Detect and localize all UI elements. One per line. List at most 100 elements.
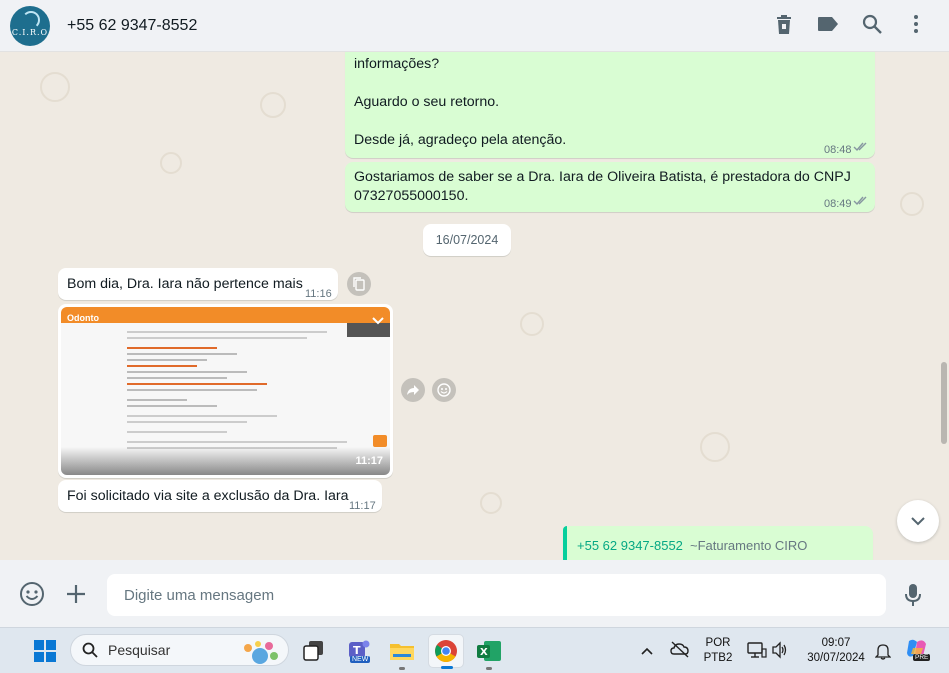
teams-icon[interactable]: T NEW	[340, 634, 376, 668]
screenshot-topbar: Odonto	[61, 307, 390, 323]
screenshot-text-line	[127, 415, 277, 417]
taskbar-running-indicator	[399, 667, 405, 670]
language-code: POR	[705, 637, 731, 649]
message-composer	[0, 560, 949, 627]
background-doodle	[520, 312, 544, 336]
message-time: 08:48	[824, 144, 852, 156]
taskbar-active-indicator	[441, 666, 453, 669]
background-doodle	[260, 92, 286, 118]
message-input[interactable]	[107, 574, 886, 616]
screenshot-text-line	[127, 337, 307, 339]
screenshot-chat-widget	[373, 435, 387, 447]
outgoing-message[interactable]: Gostariamos de saber se a Dra. Iara de O…	[345, 162, 875, 212]
screenshot-text-line	[127, 431, 227, 433]
quote-accent-bar	[563, 526, 567, 560]
network-icon[interactable]	[747, 641, 767, 664]
windows-taskbar: Pesquisar T NEW X POR PTB2 09:07 30/07/2…	[0, 627, 949, 673]
screenshot-text-line	[127, 353, 237, 355]
message-line: 07327055000150.	[354, 188, 469, 204]
search-icon[interactable]	[861, 12, 883, 36]
quoted-sender: +55 62 9347-8552	[577, 538, 683, 553]
menu-icon[interactable]	[905, 12, 927, 36]
label-icon[interactable]	[817, 12, 839, 36]
taskbar-running-indicator	[486, 667, 492, 670]
chat-area[interactable]: informações? Aguardo o seu retorno. Desd…	[0, 52, 949, 560]
incoming-message[interactable]: Bom dia, Dra. Iara não pertence mais 11:…	[58, 268, 338, 300]
outgoing-message[interactable]: +55 62 9347-8552 ~Faturamento CIRO	[563, 526, 873, 560]
message-time: 08:49	[824, 198, 852, 210]
outgoing-message[interactable]: informações? Aguardo o seu retorno. Desd…	[345, 52, 875, 158]
message-text: Foi solicitado via site a exclusão da Dr…	[67, 488, 349, 504]
chrome-icon[interactable]	[428, 634, 464, 669]
background-doodle	[480, 492, 502, 514]
copy-icon[interactable]	[347, 272, 371, 296]
tray-chevron-up-icon[interactable]	[640, 643, 654, 661]
mic-icon[interactable]	[904, 583, 922, 612]
teams-new-badge: NEW	[350, 656, 371, 663]
search-highlight-icon	[244, 641, 278, 664]
plus-icon[interactable]	[65, 583, 87, 610]
screenshot-text-line	[127, 383, 267, 385]
screenshot-text-line	[127, 421, 247, 423]
screenshot-text-line	[127, 405, 217, 407]
message-line: Desde já, agradeço pela atenção.	[354, 132, 567, 148]
message-time: 11:16	[305, 288, 332, 300]
windows-start-icon[interactable]	[27, 634, 63, 668]
emoji-icon[interactable]	[19, 581, 45, 612]
screenshot-text-line	[127, 377, 227, 379]
background-doodle	[900, 192, 924, 216]
screenshot-text-line	[127, 371, 247, 373]
screenshot-text-line	[127, 441, 347, 443]
header-actions	[773, 12, 927, 36]
screenshot-text-line	[127, 347, 217, 349]
contact-name[interactable]: +55 62 9347-8552	[67, 17, 197, 35]
forward-icon[interactable]	[401, 378, 425, 402]
contact-avatar[interactable]: C.I.R.O	[10, 5, 50, 46]
svg-text:X: X	[480, 647, 488, 658]
image-gradient-overlay	[61, 447, 390, 475]
excel-icon[interactable]: X	[471, 634, 507, 670]
background-doodle	[160, 152, 182, 174]
incoming-image-message[interactable]: Odonto 11:17	[58, 304, 393, 478]
copilot-pre-badge: PRE	[913, 654, 931, 661]
incoming-message[interactable]: Foi solicitado via site a exclusão da Dr…	[58, 480, 382, 512]
screenshot-text-line	[127, 389, 257, 391]
avatar-logo-text: C.I.R.O	[11, 27, 49, 37]
message-line: Gostariamos de saber se a Dra. Iara de O…	[354, 169, 851, 185]
chat-scrollbar[interactable]	[941, 362, 947, 444]
clock-date: 30/07/2024	[807, 652, 865, 664]
image-attachment[interactable]: Odonto 11:17	[61, 307, 390, 475]
chevron-down-icon	[911, 517, 925, 526]
chat-header: C.I.R.O +55 62 9347-8552	[0, 0, 949, 52]
clock-time: 09:07	[821, 637, 851, 649]
date-separator: 16/07/2024	[423, 224, 511, 256]
quoted-sender-name: ~Faturamento CIRO	[690, 538, 808, 553]
search-icon	[82, 642, 98, 658]
screenshot-text-line	[127, 365, 197, 367]
task-view-icon[interactable]	[296, 634, 332, 668]
keyboard-layout: PTB2	[703, 652, 733, 664]
scroll-to-bottom-button[interactable]	[897, 500, 939, 542]
taskbar-search[interactable]: Pesquisar	[70, 634, 289, 666]
file-explorer-icon[interactable]	[384, 634, 420, 670]
delete-icon[interactable]	[773, 12, 795, 36]
background-doodle	[40, 72, 70, 102]
chevron-down-icon[interactable]	[372, 317, 384, 325]
screenshot-text-line	[127, 399, 187, 401]
notification-bell-icon[interactable]	[874, 642, 892, 665]
system-clock[interactable]: 09:07 30/07/2024	[801, 636, 871, 666]
input-language[interactable]: POR PTB2	[701, 636, 735, 666]
message-time: 11:17	[349, 500, 376, 512]
background-doodle	[700, 432, 730, 462]
volume-icon[interactable]	[771, 641, 789, 664]
message-line: informações?	[354, 56, 440, 72]
copilot-icon[interactable]: PRE	[905, 638, 931, 664]
read-ticks-icon	[853, 196, 867, 206]
message-time: 11:17	[355, 455, 383, 467]
react-icon[interactable]	[432, 378, 456, 402]
screenshot-text-line	[127, 331, 327, 333]
taskbar-search-label: Pesquisar	[108, 642, 171, 658]
read-ticks-icon	[853, 142, 867, 152]
screenshot-text-line	[127, 359, 207, 361]
onedrive-offline-icon[interactable]	[670, 640, 690, 663]
